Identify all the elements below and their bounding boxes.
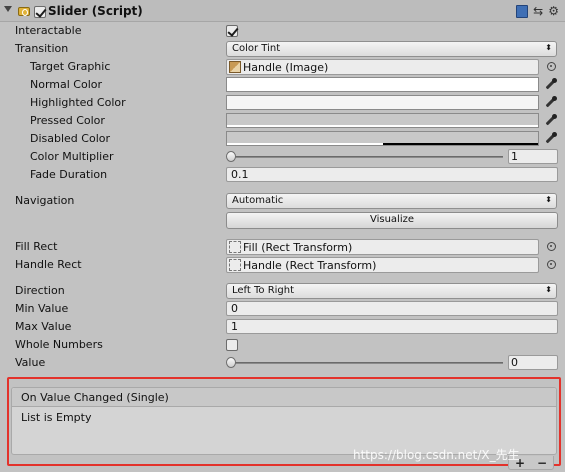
alpha-bar — [227, 125, 538, 127]
rect-transform-icon — [229, 259, 241, 271]
row-fill-rect: Fill Rect Fill (Rect Transform) — [0, 238, 565, 256]
field-label: Interactable — [15, 24, 82, 37]
field-label: Min Value — [15, 302, 69, 315]
settings-gear-icon[interactable]: ⚙ — [548, 4, 559, 18]
row-visualize: Visualize — [0, 211, 565, 229]
pressed-color-swatch[interactable] — [226, 113, 539, 128]
row-value: Value 0 — [0, 354, 565, 372]
object-picker-icon[interactable] — [547, 242, 556, 251]
color-multiplier-slider-thumb[interactable] — [226, 151, 236, 162]
field-label: Direction — [15, 284, 65, 297]
value-slider-thumb[interactable] — [226, 357, 236, 368]
row-navigation: Navigation Automatic ⬍ — [0, 192, 565, 210]
row-target-graphic: Target Graphic Handle (Image) — [0, 58, 565, 76]
rect-transform-icon — [229, 241, 241, 253]
component-title: Slider (Script) — [48, 4, 143, 18]
row-pressed-color: Pressed Color — [0, 112, 565, 130]
row-color-multiplier: Color Multiplier 1 — [0, 148, 565, 166]
field-label: Normal Color — [30, 78, 103, 91]
min-value-input[interactable]: 0 — [226, 301, 558, 316]
field-label: Color Multiplier — [30, 150, 114, 163]
field-label: Navigation — [15, 194, 75, 207]
field-label: Pressed Color — [30, 114, 105, 127]
watermark: https://blog.csdn.net/X_先生 — [353, 448, 520, 462]
object-value: Fill (Rect Transform) — [243, 241, 353, 254]
navigation-dropdown[interactable]: Automatic ⬍ — [226, 193, 557, 209]
target-graphic-field[interactable]: Handle (Image) — [226, 59, 539, 75]
object-value: Handle (Image) — [243, 61, 329, 74]
dropdown-value: Automatic — [232, 195, 284, 206]
row-highlighted-color: Highlighted Color — [0, 94, 565, 112]
color-multiplier-input[interactable]: 1 — [508, 149, 558, 164]
event-header: On Value Changed (Single) — [12, 388, 556, 407]
eyedropper-icon[interactable] — [543, 113, 559, 129]
component-enabled-checkbox[interactable] — [34, 6, 46, 18]
row-interactable: Interactable — [0, 22, 565, 40]
row-fade-duration: Fade Duration 0.1 — [0, 166, 565, 184]
fade-duration-input[interactable]: 0.1 — [226, 167, 558, 182]
image-icon — [229, 61, 241, 73]
field-label: Fill Rect — [15, 240, 58, 253]
preset-icon[interactable]: ⇆ — [533, 4, 543, 18]
visualize-button[interactable]: Visualize — [226, 212, 558, 229]
help-book-icon[interactable] — [516, 4, 529, 18]
field-label: Fade Duration — [30, 168, 108, 181]
header-icons: ⇆ ⚙ — [516, 4, 559, 18]
row-transition: Transition Color Tint ⬍ — [0, 40, 565, 58]
field-label: Transition — [15, 42, 69, 55]
eyedropper-icon[interactable] — [543, 131, 559, 147]
handle-rect-field[interactable]: Handle (Rect Transform) — [226, 257, 539, 273]
direction-dropdown[interactable]: Left To Right ⬍ — [226, 283, 557, 299]
value-input[interactable]: 0 — [508, 355, 558, 370]
field-label: Handle Rect — [15, 258, 82, 271]
dropdown-arrow-icon: ⬍ — [545, 43, 552, 52]
interactable-checkbox[interactable] — [226, 25, 238, 37]
highlighted-color-swatch[interactable] — [226, 95, 539, 110]
row-max-value: Max Value 1 — [0, 318, 565, 336]
object-picker-icon[interactable] — [547, 62, 556, 71]
row-normal-color: Normal Color — [0, 76, 565, 94]
eyedropper-icon[interactable] — [543, 95, 559, 111]
component-header: Slider (Script) ⇆ ⚙ — [0, 0, 565, 22]
row-disabled-color: Disabled Color — [0, 130, 565, 148]
field-label: Highlighted Color — [30, 96, 126, 109]
object-picker-icon[interactable] — [547, 260, 556, 269]
color-multiplier-slider-track[interactable] — [230, 156, 503, 158]
dropdown-value: Left To Right — [232, 285, 295, 296]
on-value-changed-event: On Value Changed (Single) List is Empty — [11, 387, 557, 455]
script-icon — [18, 7, 30, 16]
row-direction: Direction Left To Right ⬍ — [0, 282, 565, 300]
row-whole-numbers: Whole Numbers — [0, 336, 565, 354]
object-value: Handle (Rect Transform) — [243, 259, 377, 272]
fill-rect-field[interactable]: Fill (Rect Transform) — [226, 239, 539, 255]
dropdown-arrow-icon: ⬍ — [545, 285, 552, 294]
field-label: Max Value — [15, 320, 72, 333]
dropdown-arrow-icon: ⬍ — [545, 195, 552, 204]
eyedropper-icon[interactable] — [543, 77, 559, 93]
alpha-bar-remainder — [382, 143, 538, 145]
remove-listener-button[interactable]: − — [537, 456, 547, 470]
field-label: Disabled Color — [30, 132, 111, 145]
value-slider-track[interactable] — [230, 362, 503, 364]
normal-color-swatch[interactable] — [226, 77, 539, 92]
max-value-input[interactable]: 1 — [226, 319, 558, 334]
row-handle-rect: Handle Rect Handle (Rect Transform) — [0, 256, 565, 274]
row-min-value: Min Value 0 — [0, 300, 565, 318]
field-label: Value — [15, 356, 46, 369]
disabled-color-swatch[interactable] — [226, 131, 539, 146]
transition-dropdown[interactable]: Color Tint ⬍ — [226, 41, 557, 57]
field-label: Whole Numbers — [15, 338, 103, 351]
event-empty-text: List is Empty — [21, 411, 92, 424]
whole-numbers-checkbox[interactable] — [226, 339, 238, 351]
dropdown-value: Color Tint — [232, 43, 281, 54]
fold-arrow-icon[interactable] — [4, 6, 12, 12]
field-label: Target Graphic — [30, 60, 111, 73]
alpha-bar — [227, 143, 383, 145]
